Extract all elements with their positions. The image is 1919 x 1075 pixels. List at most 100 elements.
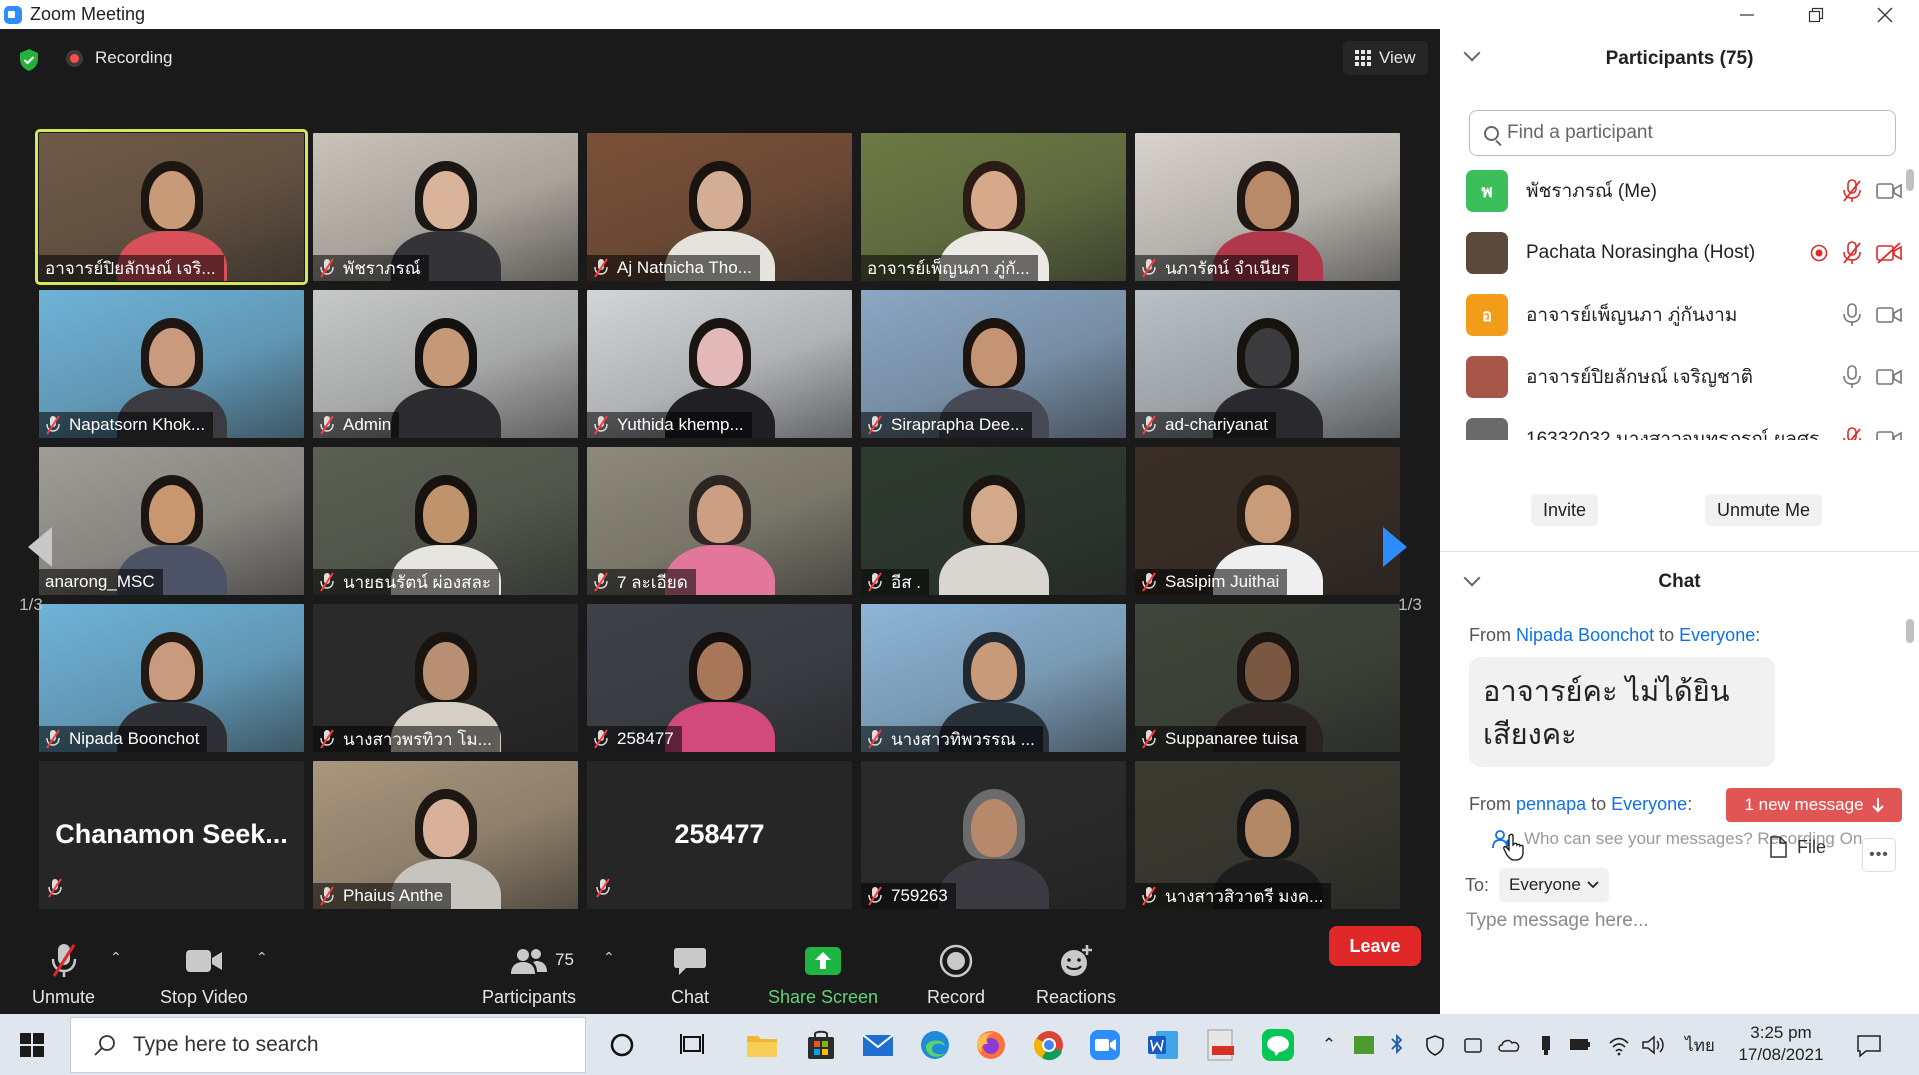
video-camera-icon[interactable] — [1876, 306, 1902, 324]
participant-list-item[interactable]: อ อาจารย์เพ็ญนภา ภู่กันงาม — [1440, 284, 1902, 346]
to-prefix: to — [1591, 794, 1607, 814]
participant-list-scrollbar[interactable] — [1906, 159, 1914, 439]
video-tile[interactable]: Napatsorn Khok... — [39, 290, 304, 438]
video-tile[interactable]: นายธนรัตน์ ผ่องสละ — [313, 447, 578, 595]
microphone-icon[interactable] — [1842, 303, 1862, 327]
video-tile[interactable]: อีส . — [861, 447, 1126, 595]
participant-search-input[interactable]: Find a participant — [1469, 110, 1896, 156]
firefox-icon[interactable] — [974, 1028, 1008, 1062]
video-tile[interactable]: Chanamon Seek... — [39, 761, 304, 909]
video-tile[interactable]: 258477 — [587, 604, 852, 752]
video-tile[interactable]: นางสาวสิวาตรี มงค... — [1135, 761, 1400, 909]
video-tile[interactable]: ad-chariyanat — [1135, 290, 1400, 438]
microphone-muted-icon[interactable] — [1842, 427, 1862, 440]
chat-message-input[interactable]: Type message here... — [1466, 910, 1896, 944]
video-tile[interactable]: Admin — [313, 290, 578, 438]
wifi-icon[interactable] — [1607, 1028, 1631, 1062]
recipient-dropdown[interactable]: Everyone — [1499, 868, 1609, 902]
notifications-icon[interactable] — [1854, 1028, 1884, 1062]
microphone-icon[interactable] — [1842, 365, 1862, 389]
line-app-icon[interactable] — [1261, 1028, 1295, 1062]
tray-app-icon[interactable] — [1351, 1028, 1377, 1062]
task-view-icon[interactable] — [676, 1028, 710, 1062]
sender-name[interactable]: Nipada Boonchot — [1516, 625, 1654, 645]
chat-scrollbar[interactable] — [1906, 589, 1914, 819]
start-button[interactable] — [20, 1033, 44, 1057]
leave-button[interactable]: Leave — [1329, 926, 1421, 966]
file-explorer-icon[interactable] — [745, 1028, 779, 1062]
recipient-name[interactable]: Everyone — [1611, 794, 1687, 814]
pdf-reader-icon[interactable] — [1204, 1028, 1238, 1062]
taskbar-search-box[interactable]: Type here to search — [70, 1017, 586, 1073]
video-tile[interactable]: นางสาวทิพวรรณ ... — [861, 604, 1126, 752]
video-tile[interactable]: อาจารย์เพ็ญนภา ภู่กั... — [861, 133, 1126, 281]
word-icon[interactable] — [1146, 1028, 1180, 1062]
encryption-shield-icon[interactable] — [17, 48, 41, 72]
video-tile[interactable]: Yuthida khemp... — [587, 290, 852, 438]
video-camera-icon[interactable] — [1876, 182, 1902, 200]
stop-video-button[interactable]: Stop Video — [160, 941, 248, 1008]
view-button[interactable]: View — [1343, 41, 1428, 75]
mail-icon[interactable] — [861, 1028, 895, 1062]
unmute-button[interactable]: Unmute — [32, 941, 95, 1008]
video-tile[interactable]: พัชราภรณ์ — [313, 133, 578, 281]
participant-list-item[interactable]: Pachata Norasingha (Host) — [1440, 222, 1902, 284]
battery-icon[interactable] — [1568, 1028, 1592, 1062]
recording-indicator[interactable]: Recording — [66, 48, 173, 68]
chrome-browser-icon[interactable] — [1032, 1028, 1066, 1062]
microsoft-store-icon[interactable] — [804, 1028, 838, 1062]
participants-options-caret-icon[interactable]: ⌃ — [603, 949, 615, 966]
restore-button[interactable] — [1781, 0, 1850, 29]
video-camera-icon[interactable] — [1876, 430, 1902, 440]
zoom-taskbar-icon[interactable] — [1088, 1028, 1122, 1062]
bluetooth-icon[interactable] — [1389, 1028, 1405, 1062]
record-button[interactable]: Record — [927, 941, 985, 1008]
video-tile[interactable]: นางสาวพรทิวา โม... — [313, 604, 578, 752]
video-tile[interactable]: Siraprapha Dee... — [861, 290, 1126, 438]
avatar-initial: อ — [1481, 305, 1493, 325]
microphone-muted-icon[interactable] — [1842, 241, 1862, 265]
collapse-participants-chevron-icon[interactable] — [1463, 44, 1481, 62]
file-button[interactable]: File — [1769, 836, 1826, 858]
minimize-button[interactable] — [1712, 0, 1781, 29]
reactions-button[interactable]: Reactions — [1036, 941, 1116, 1008]
invite-button[interactable]: Invite — [1531, 494, 1599, 526]
participant-list-item[interactable]: พ พัชราภรณ์ (Me) — [1440, 160, 1902, 222]
unmute-me-button[interactable]: Unmute Me — [1705, 494, 1823, 526]
participant-list-item[interactable]: 16332032 นางสาวจุนทรภรณ์ ผลศร — [1440, 408, 1902, 440]
close-window-button[interactable] — [1850, 0, 1919, 29]
video-options-caret-icon[interactable]: ⌃ — [256, 949, 268, 966]
video-tile[interactable]: 759263 — [861, 761, 1126, 909]
collapse-chat-chevron-icon[interactable] — [1463, 569, 1481, 587]
video-camera-off-icon[interactable] — [1876, 242, 1902, 264]
edge-browser-icon[interactable] — [918, 1028, 952, 1062]
video-tile[interactable]: นภารัตน์ จำเนียร — [1135, 133, 1400, 281]
audio-options-caret-icon[interactable]: ⌃ — [110, 949, 122, 966]
onedrive-cloud-icon[interactable] — [1496, 1028, 1522, 1062]
next-page-button[interactable]: 1/3 — [1353, 487, 1443, 637]
share-screen-button[interactable]: Share Screen — [768, 941, 878, 1008]
usb-device-icon[interactable] — [1537, 1028, 1555, 1062]
show-hidden-icons-button[interactable]: ⌃ — [1316, 1028, 1342, 1062]
chat-button[interactable]: Chat — [671, 941, 709, 1008]
meet-now-icon[interactable] — [1462, 1028, 1484, 1062]
video-tile[interactable]: อาจารย์ปิยลักษณ์ เจริ... — [35, 129, 308, 285]
video-tile[interactable]: Aj Natnicha Tho... — [587, 133, 852, 281]
chat-message-meta: From Nipada Boonchot to Everyone: — [1469, 625, 1760, 646]
volume-icon[interactable] — [1640, 1028, 1666, 1062]
video-tile[interactable]: Phaius Anthe — [313, 761, 578, 909]
participant-list-item[interactable]: อาจารย์ปิยลักษณ์ เจริญชาติ — [1440, 346, 1902, 408]
video-tile[interactable]: 258477 — [587, 761, 852, 909]
previous-page-button[interactable]: 1/3 — [0, 487, 90, 637]
new-message-button[interactable]: 1 new message — [1726, 788, 1902, 822]
video-camera-icon[interactable] — [1876, 368, 1902, 386]
taskbar-clock[interactable]: 3:25 pm 17/08/2021 — [1731, 1022, 1831, 1066]
cortana-icon[interactable] — [605, 1028, 639, 1062]
more-options-button[interactable]: ••• — [1862, 838, 1896, 872]
microphone-muted-icon[interactable] — [1842, 179, 1862, 203]
video-tile[interactable]: 7 ละเอียด — [587, 447, 852, 595]
input-language-indicator[interactable]: ไทย — [1682, 1028, 1718, 1062]
recipient-name[interactable]: Everyone — [1679, 625, 1755, 645]
sender-name[interactable]: pennapa — [1516, 794, 1586, 814]
security-shield-icon[interactable] — [1424, 1028, 1446, 1062]
